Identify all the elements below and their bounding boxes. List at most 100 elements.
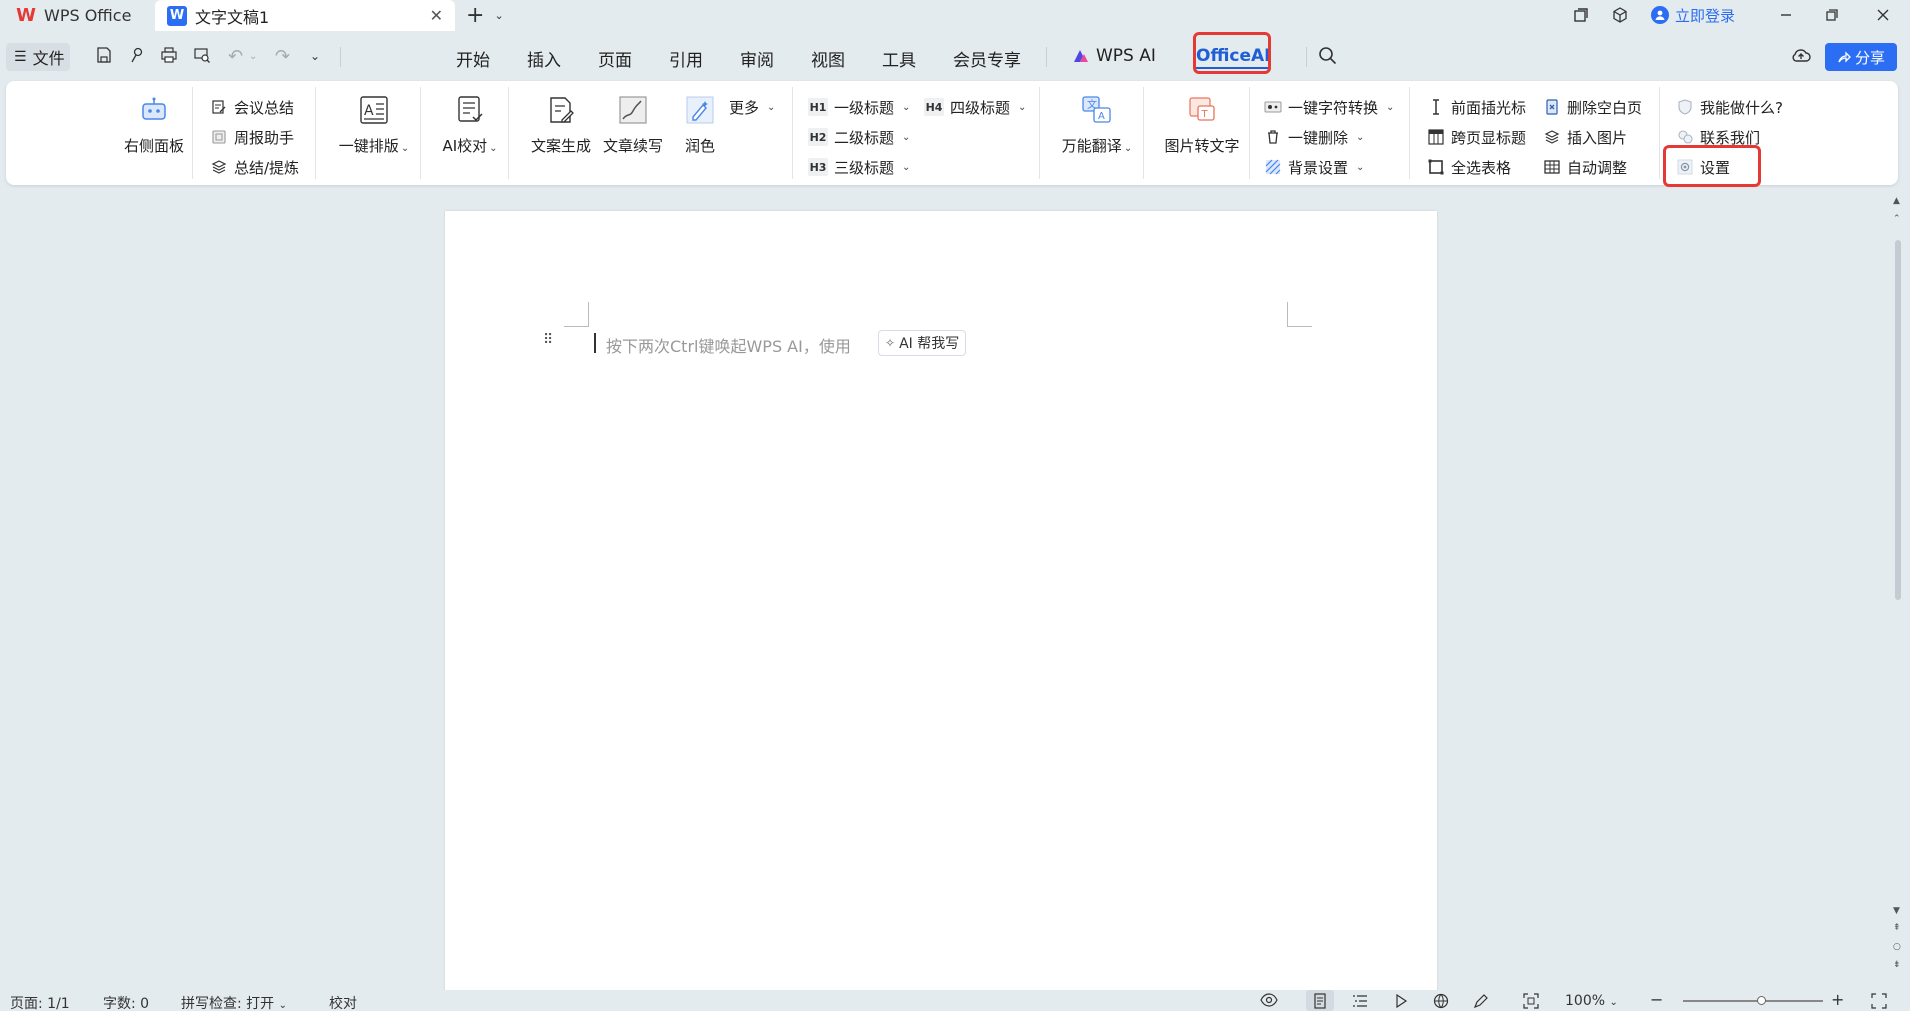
- document-edit-icon: [210, 98, 228, 116]
- heading-2-button[interactable]: H2 二级标题 ⌄: [808, 126, 910, 148]
- text-layout-icon: A: [357, 93, 391, 127]
- share-button[interactable]: 分享: [1825, 43, 1897, 71]
- vertical-scrollbar[interactable]: ▲ ⌃ ▼ ⇞ ○ ⇟: [1893, 196, 1903, 984]
- chevron-down-icon: ⌄: [278, 1000, 288, 1011]
- print-preview-icon[interactable]: [193, 46, 211, 69]
- scroll-up-page-icon[interactable]: ⌃: [1893, 214, 1901, 224]
- pen-icon[interactable]: [1473, 993, 1489, 1011]
- menu-page[interactable]: 页面: [598, 46, 632, 71]
- undo-dropdown-icon[interactable]: ⌄: [249, 51, 257, 62]
- image-to-text-button[interactable]: T 图片转文字: [1153, 81, 1251, 156]
- what-can-i-do-button[interactable]: 我能做什么?: [1676, 96, 1783, 118]
- print-icon[interactable]: [160, 46, 178, 69]
- scroll-up-icon[interactable]: ▲: [1893, 196, 1900, 206]
- heading-3-button[interactable]: H3 三级标题 ⌄: [808, 156, 910, 178]
- meeting-summary-button[interactable]: 会议总结: [210, 96, 294, 118]
- page-view-icon[interactable]: [1306, 990, 1334, 1011]
- more-button[interactable]: 更多 ⌄: [729, 96, 775, 118]
- menu-wps-ai[interactable]: WPS AI: [1072, 46, 1156, 66]
- file-menu-button[interactable]: ☰ 文件: [6, 43, 70, 71]
- maximize-icon[interactable]: [1824, 2, 1840, 28]
- zoom-slider-track[interactable]: [1683, 1000, 1823, 1002]
- cross-page-title-button[interactable]: 跨页显标题: [1427, 126, 1526, 148]
- background-settings-button[interactable]: 背景设置 ⌄: [1264, 156, 1364, 178]
- format-painter-icon[interactable]: [128, 46, 146, 69]
- menu-tools[interactable]: 工具: [882, 46, 916, 71]
- right-panel-button[interactable]: 右侧面板: [116, 81, 192, 156]
- web-view-icon[interactable]: [1433, 993, 1449, 1011]
- drag-handle-icon[interactable]: ⠿: [543, 332, 553, 348]
- delete-blank-page-label: 删除空白页: [1567, 98, 1643, 117]
- summary-refine-label: 总结/提炼: [234, 158, 300, 177]
- scroll-down-icon[interactable]: ▼: [1893, 906, 1900, 916]
- page-count[interactable]: 页面: 1/1: [10, 993, 70, 1011]
- menu-home[interactable]: 开始: [456, 46, 490, 71]
- menu-view[interactable]: 视图: [811, 46, 845, 71]
- search-icon[interactable]: [1318, 46, 1337, 70]
- save-icon[interactable]: [95, 46, 113, 69]
- menu-insert[interactable]: 插入: [527, 46, 561, 71]
- previous-page-icon[interactable]: ⇞: [1893, 923, 1901, 933]
- plus-icon[interactable]: +: [466, 3, 484, 28]
- auto-adjust-button[interactable]: 自动调整: [1543, 156, 1627, 178]
- settings-button[interactable]: 设置: [1676, 156, 1730, 178]
- menu-officeai[interactable]: OfficeAI: [1196, 46, 1271, 66]
- menu-member[interactable]: 会员专享: [953, 46, 1021, 71]
- outline-view-icon[interactable]: [1352, 993, 1368, 1011]
- eye-icon[interactable]: [1260, 993, 1278, 1011]
- contact-us-button[interactable]: 联系我们: [1676, 126, 1760, 148]
- heading-1-button[interactable]: H1 一级标题 ⌄: [808, 96, 910, 118]
- document-page[interactable]: ⠿ 按下两次Ctrl键唤起WPS AI，使用 ✧ AI 帮我写: [445, 211, 1437, 1011]
- article-continue-button[interactable]: 文章续写: [593, 81, 673, 156]
- heading-4-button[interactable]: H4 四级标题 ⌄: [924, 96, 1026, 118]
- delete-blank-page-button[interactable]: 删除空白页: [1543, 96, 1642, 118]
- zoom-in-icon[interactable]: +: [1831, 990, 1844, 1009]
- translate-button[interactable]: 文A 万能翻译 ⌄: [1049, 81, 1145, 156]
- redo-icon[interactable]: ↷: [275, 46, 290, 67]
- wps-ai-logo-icon: [1074, 50, 1088, 62]
- select-all-tables-button[interactable]: 全选表格: [1427, 156, 1511, 178]
- ai-proofread-button[interactable]: AI校对 ⌄: [430, 81, 510, 156]
- menu-references[interactable]: 引用: [669, 46, 703, 71]
- proofread-status[interactable]: 校对: [329, 993, 357, 1011]
- polish-button[interactable]: 润色: [666, 81, 734, 156]
- close-tab-icon[interactable]: ✕: [430, 6, 443, 25]
- translate-icon: 文A: [1080, 93, 1114, 127]
- scroll-thumb[interactable]: [1895, 240, 1901, 600]
- summary-refine-button[interactable]: 总结/提炼: [210, 156, 299, 178]
- zoom-out-icon[interactable]: −: [1650, 990, 1663, 1009]
- spell-check-toggle[interactable]: 拼写检查: 打开 ⌄: [181, 993, 287, 1011]
- window-icon-1[interactable]: [1572, 2, 1590, 28]
- weekly-helper-button[interactable]: 周报助手: [210, 126, 294, 148]
- svg-text:A: A: [1098, 111, 1105, 122]
- ai-write-button[interactable]: ✧ AI 帮我写: [878, 330, 967, 356]
- select-browse-object-icon[interactable]: ○: [1893, 942, 1901, 952]
- cube-icon[interactable]: [1611, 2, 1629, 28]
- tab-label: WPS Office: [44, 6, 132, 25]
- chevron-down-icon[interactable]: ⌄: [494, 9, 503, 22]
- margin-corner-top-right: [1287, 302, 1312, 327]
- login-button[interactable]: 立即登录: [1651, 2, 1735, 28]
- one-key-delete-button[interactable]: 一键删除 ⌄: [1264, 126, 1364, 148]
- chevron-down-icon: ⌄: [1356, 161, 1365, 173]
- zoom-slider-thumb[interactable]: [1757, 996, 1767, 1005]
- word-count[interactable]: 字数: 0: [103, 993, 149, 1011]
- char-convert-button[interactable]: 一键字符转换 ⌄: [1264, 96, 1394, 118]
- fullscreen-icon[interactable]: [1871, 993, 1887, 1011]
- minimize-icon[interactable]: [1778, 2, 1794, 28]
- insert-cursor-button[interactable]: 前面插光标: [1427, 96, 1526, 118]
- copy-gen-button[interactable]: 文案生成: [521, 81, 601, 156]
- play-icon[interactable]: [1394, 993, 1408, 1011]
- tab-wps-office[interactable]: W WPS Office: [4, 0, 149, 31]
- one-key-layout-button[interactable]: A 一键排版 ⌄: [327, 81, 421, 156]
- zoom-level[interactable]: 100% ⌄: [1565, 993, 1618, 1009]
- close-window-icon[interactable]: [1875, 2, 1891, 28]
- next-page-icon[interactable]: ⇟: [1893, 960, 1901, 970]
- customize-chevron-down-icon[interactable]: ⌄: [310, 49, 320, 63]
- insert-image-button[interactable]: 插入图片: [1543, 126, 1627, 148]
- cloud-upload-icon[interactable]: [1790, 46, 1812, 69]
- tab-document[interactable]: W 文字文稿1 ✕: [155, 0, 455, 31]
- undo-icon[interactable]: ↶: [228, 46, 243, 67]
- fit-page-icon[interactable]: [1523, 993, 1539, 1011]
- menu-review[interactable]: 审阅: [740, 46, 774, 71]
